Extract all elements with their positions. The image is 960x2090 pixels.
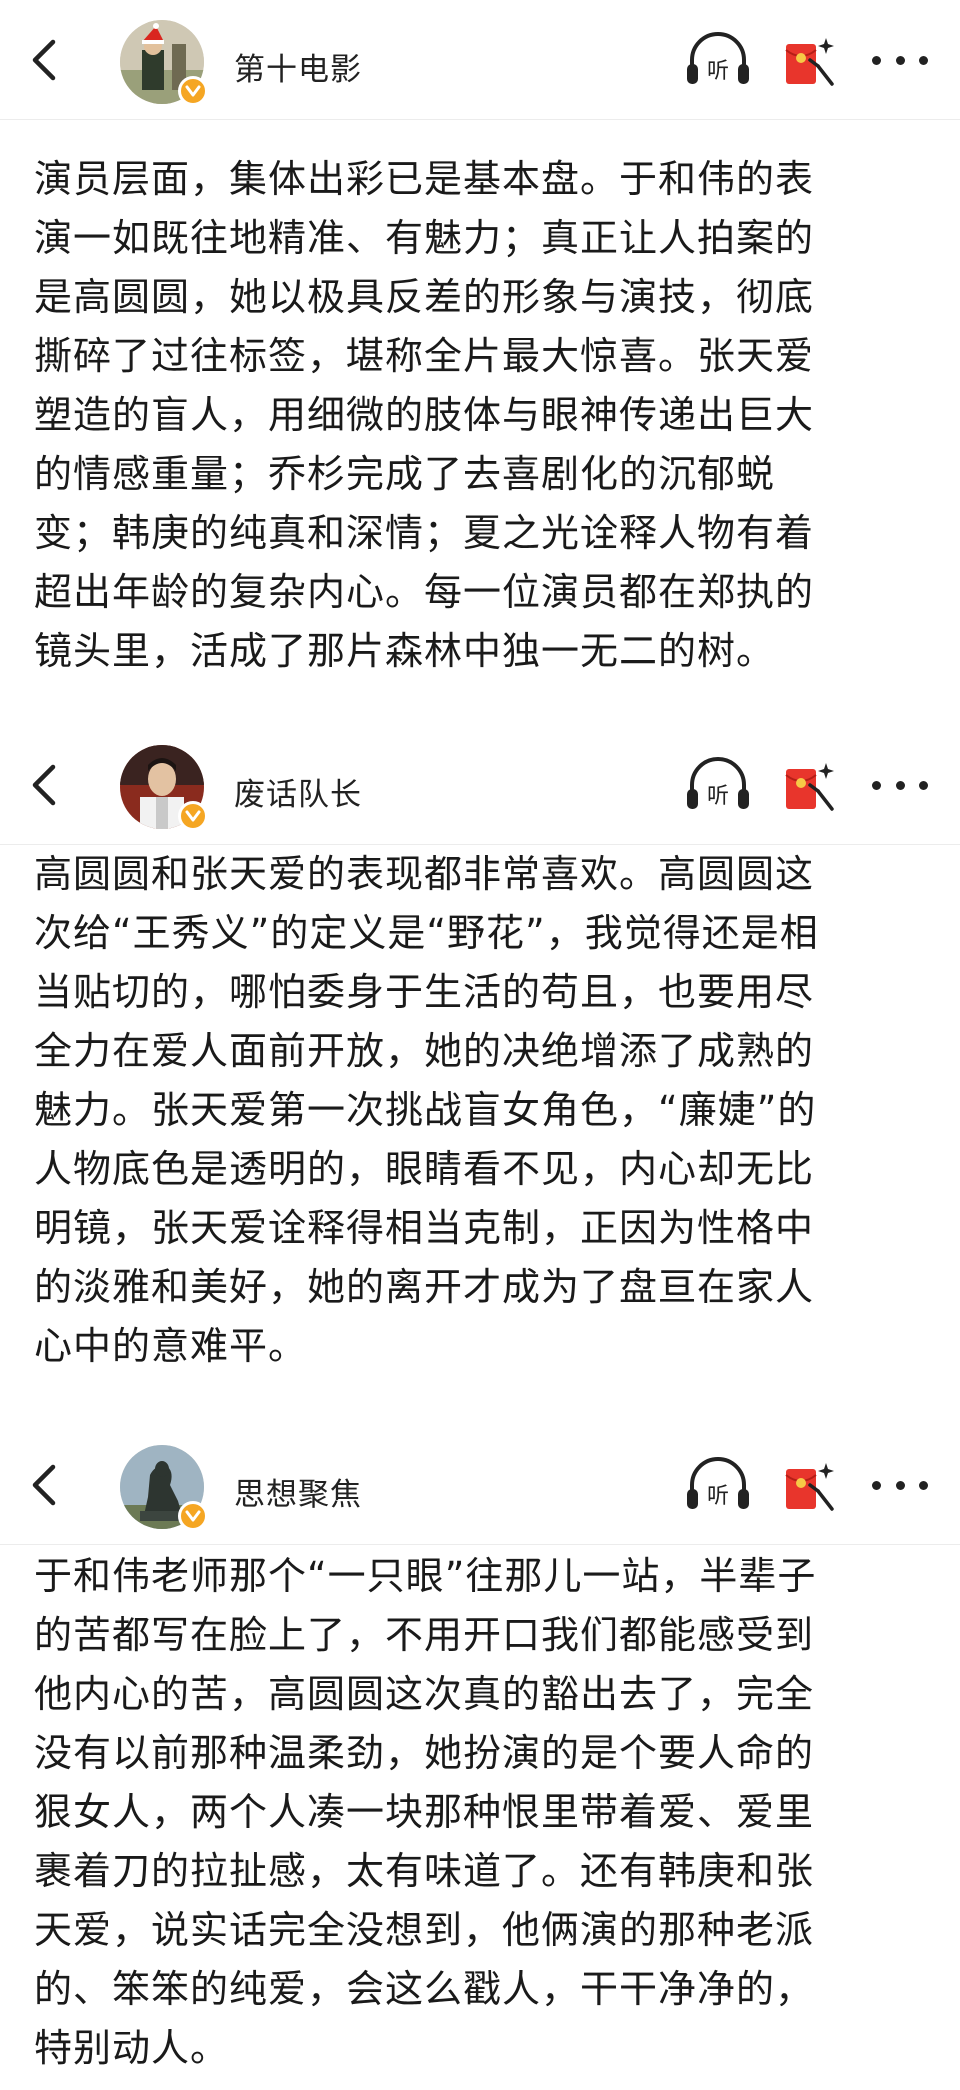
listen-button[interactable]: 听 (684, 1455, 752, 1515)
post-line: 是高圆圆，她以极具反差的形象与演技，彻底 (34, 275, 815, 319)
post-line: 狠女人，两个人凑一块那种恨里带着爱、爱里 (34, 1790, 815, 1834)
post-body: 演员层面，集体出彩已是基本盘。于和伟的表 演一如既往地精准、有魅力；真正让人拍案… (34, 150, 914, 681)
post-line: 魅力。张天爱第一次挑战盲女角色，“廉婕”的 (34, 1088, 817, 1132)
listen-button[interactable]: 听 (684, 755, 752, 815)
post-line: 人物底色是透明的，眼睛看不见，内心却无比 (34, 1147, 815, 1191)
post-line: 他内心的苦，高圆圆这次真的豁出去了，完全 (34, 1672, 815, 1716)
svg-text:听: 听 (707, 784, 729, 809)
post-line: 心中的意难平。 (34, 1324, 308, 1368)
headphones-listen-icon: 听 (687, 757, 749, 809)
post-line: 高圆圆和张天爱的表现都非常喜欢。高圆圆这 (34, 852, 815, 896)
post-line: 特别动人。 (34, 2026, 230, 2070)
svg-text:听: 听 (707, 1484, 729, 1509)
back-button[interactable] (24, 761, 64, 809)
username[interactable]: 废话队长 (234, 769, 362, 814)
more-dots-icon (872, 1480, 881, 1490)
divider (0, 119, 960, 120)
post-line: 全力在爱人面前开放，她的决绝增添了成熟的 (34, 1029, 815, 1073)
chevron-left-icon (32, 1464, 56, 1506)
more-button[interactable] (872, 1475, 928, 1495)
chevron-left-icon (32, 764, 56, 806)
post-line: 当贴切的，哪怕委身于生活的苟且，也要用尽 (34, 970, 815, 1014)
red-packet-button[interactable] (780, 1455, 838, 1515)
post-line: 演员层面，集体出彩已是基本盘。于和伟的表 (34, 157, 815, 201)
red-packet-icon (785, 763, 834, 811)
post-line: 超出年龄的复杂内心。每一位演员都在郑执的 (34, 570, 815, 614)
more-button[interactable] (872, 50, 928, 70)
post-line: 于和伟老师那个“一只眼”往那儿一站，半辈子 (34, 1554, 817, 1598)
post-line: 镜头里，活成了那片森林中独一无二的树。 (34, 629, 776, 673)
avatar[interactable] (120, 1445, 208, 1533)
post-line: 的、笨笨的纯爱，会这么戳人，干干净净的， (34, 1967, 815, 2011)
verified-badge-icon (178, 76, 208, 106)
more-button[interactable] (872, 775, 928, 795)
post-line: 的情感重量；乔杉完成了去喜剧化的沉郁蜕 (34, 452, 776, 496)
weibo-post-3: 思想聚焦 听 于和伟老师那个“一只眼”往那儿一站，半辈子 的苦都写在脸上了，不用… (0, 1425, 960, 2090)
red-packet-icon (785, 1463, 834, 1511)
post-line: 变；韩庚的纯真和深情；夏之光诠释人物有着 (34, 511, 815, 555)
post-line: 次给“王秀义”的定义是“野花”，我觉得还是相 (34, 911, 819, 955)
more-dots-icon (872, 780, 881, 790)
divider (0, 1544, 960, 1545)
weibo-post-2: 废话队长 听 高圆圆和张天爱的表现都非常喜欢。高圆圆这 次给“王秀义”的定义是“… (0, 725, 960, 1425)
headphones-listen-icon: 听 (687, 32, 749, 84)
verified-badge-icon (178, 1501, 208, 1531)
post-header: 第十电影 听 (0, 0, 960, 120)
chevron-left-icon (32, 39, 56, 81)
red-packet-button[interactable] (780, 755, 838, 815)
back-button[interactable] (24, 1461, 64, 1509)
post-line: 裹着刀的拉扯感，太有味道了。还有韩庚和张 (34, 1849, 815, 1893)
listen-button[interactable]: 听 (684, 30, 752, 90)
red-packet-button[interactable] (780, 30, 838, 90)
post-body: 高圆圆和张天爱的表现都非常喜欢。高圆圆这 次给“王秀义”的定义是“野花”，我觉得… (34, 845, 914, 1376)
avatar[interactable] (120, 745, 208, 833)
verified-badge-icon (178, 801, 208, 831)
post-line: 的苦都写在脸上了，不用开口我们都能感受到 (34, 1613, 815, 1657)
post-header: 废话队长 听 (0, 725, 960, 845)
post-line: 撕碎了过往标签，堪称全片最大惊喜。张天爱 (34, 334, 815, 378)
weibo-post-1: 第十电影 听 演员层面，集体出彩已是基本盘。于和伟的表 演一如既往地精准、有魅力… (0, 0, 960, 725)
post-line: 天爱，说实话完全没想到，他俩演的那种老派 (34, 1908, 815, 1952)
back-button[interactable] (24, 36, 64, 84)
post-line: 演一如既往地精准、有魅力；真正让人拍案的 (34, 216, 815, 260)
svg-text:听: 听 (707, 59, 729, 84)
username[interactable]: 思想聚焦 (234, 1469, 362, 1514)
post-body: 于和伟老师那个“一只眼”往那儿一站，半辈子 的苦都写在脸上了，不用开口我们都能感… (34, 1547, 914, 2078)
avatar[interactable] (120, 20, 208, 108)
more-dots-icon (872, 55, 881, 65)
post-line: 塑造的盲人，用细微的肢体与眼神传递出巨大 (34, 393, 815, 437)
post-line: 没有以前那种温柔劲，她扮演的是个要人命的 (34, 1731, 815, 1775)
post-header: 思想聚焦 听 (0, 1425, 960, 1545)
red-packet-icon (785, 38, 834, 86)
username[interactable]: 第十电影 (234, 44, 362, 89)
post-line: 明镜，张天爱诠释得相当克制，正因为性格中 (34, 1206, 815, 1250)
post-line: 的淡雅和美好，她的离开才成为了盘亘在家人 (34, 1265, 815, 1309)
headphones-listen-icon: 听 (687, 1457, 749, 1509)
